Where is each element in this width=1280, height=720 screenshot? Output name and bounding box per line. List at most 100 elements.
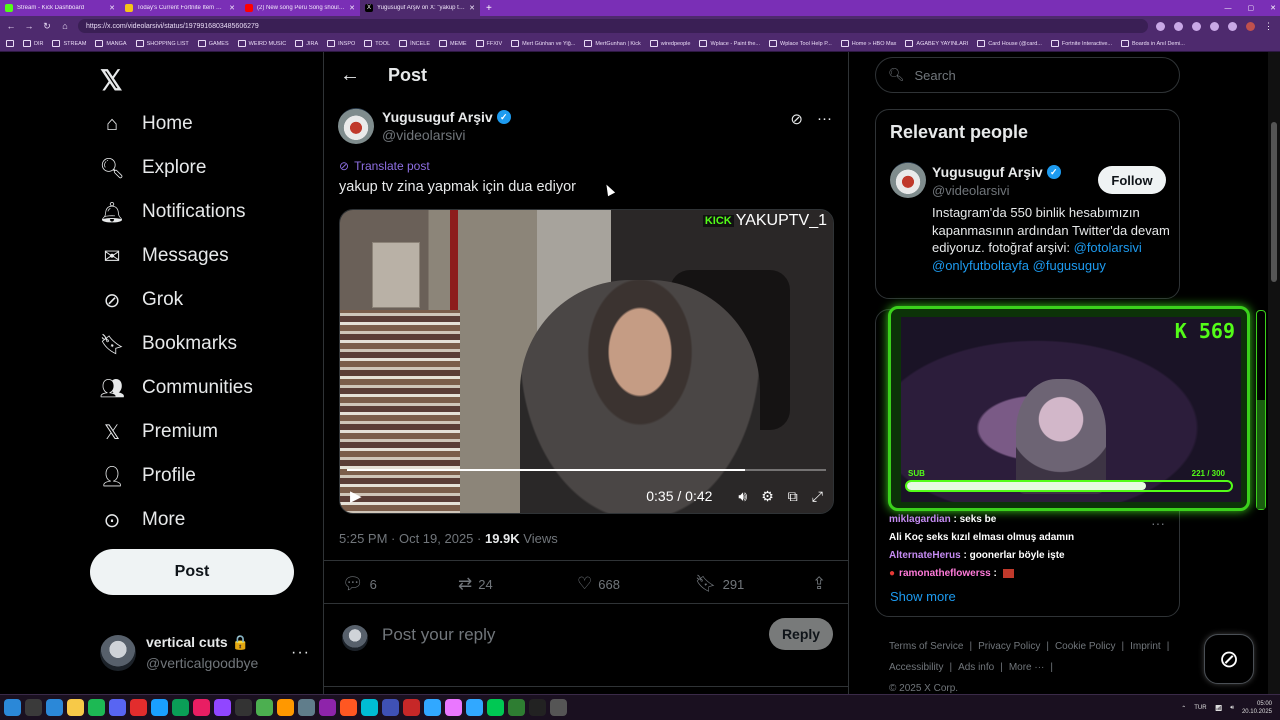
tray-chevron-icon[interactable]: ⌃	[1181, 705, 1186, 712]
bookmark-item[interactable]: SHOPPING LIST	[135, 40, 189, 47]
bio-mention[interactable]: @fugusuguy	[1033, 258, 1106, 273]
browser-tab-fortnite[interactable]: Today's Current Fortnite Item Sh... ✕	[120, 0, 240, 16]
taskbar-app-icon[interactable]	[256, 699, 273, 716]
back-arrow-icon[interactable]: ←	[340, 64, 360, 87]
close-tab-icon[interactable]: ✕	[229, 4, 235, 12]
taskbar-app-icon[interactable]	[424, 699, 441, 716]
taskbar-app-icon[interactable]	[88, 699, 105, 716]
more-dots-icon[interactable]: ···	[291, 644, 310, 662]
extension-icon[interactable]	[1174, 21, 1183, 31]
bookmark-item[interactable]: TOOL	[364, 40, 390, 47]
taskbar-app-icon[interactable]	[298, 699, 315, 716]
bookmark-item[interactable]: Wplace Tool Help P...	[769, 40, 832, 47]
home-browser-icon[interactable]: ⌂	[60, 21, 70, 31]
bookmark-item[interactable]: Wplace - Paint the...	[699, 40, 760, 47]
grok-icon[interactable]: ⊘	[790, 110, 803, 128]
maximize-icon[interactable]: ▢	[1248, 4, 1255, 12]
extension-icon[interactable]	[1228, 21, 1237, 31]
reply-action[interactable]: 💬︎ 6	[342, 574, 377, 594]
play-icon[interactable]: ▶	[350, 487, 362, 505]
taskbar-app-icon[interactable]	[361, 699, 378, 716]
bookmark-item[interactable]: MertGunhan | Kick	[584, 40, 641, 47]
more-options-icon[interactable]: ···	[817, 110, 832, 128]
search-input[interactable]: 🔍︎ Search	[875, 57, 1180, 93]
taskbar-app-icon[interactable]	[172, 699, 189, 716]
taskbar-app-icon[interactable]	[487, 699, 504, 716]
taskbar-app-icon[interactable]	[151, 699, 168, 716]
nav-item-messages[interactable]: ✉ Messages	[100, 238, 229, 274]
bookmark-item[interactable]: wiredpeople	[649, 40, 690, 47]
pip-icon[interactable]: ⧉	[788, 488, 798, 505]
bookmark-item[interactable]: Card House (@card...	[977, 40, 1042, 47]
taskbar-app-icon[interactable]	[319, 699, 336, 716]
windows-start-icon[interactable]	[4, 699, 21, 716]
footer-link[interactable]: Cookie Policy	[1055, 641, 1116, 652]
close-tab-icon[interactable]: ✕	[109, 4, 115, 12]
bookmark-item[interactable]: DIR	[23, 40, 43, 47]
author-avatar[interactable]	[338, 108, 374, 144]
taskbar-app-icon[interactable]	[235, 699, 252, 716]
footer-link[interactable]: Privacy Policy	[978, 641, 1040, 652]
taskbar-app-icon[interactable]	[214, 699, 231, 716]
translate-link[interactable]: ⊘ Translate post	[339, 159, 430, 173]
bookmark-item[interactable]: STREAM	[52, 40, 86, 47]
taskbar-app-icon[interactable]	[46, 699, 63, 716]
all-bookmarks-icon[interactable]	[6, 40, 14, 47]
post-button[interactable]: Post	[90, 549, 294, 595]
nav-item-bookmarks[interactable]: 🔖︎ Bookmarks	[99, 326, 237, 362]
nav-item-profile[interactable]: 👤︎ Profile	[99, 458, 196, 494]
new-tab-icon[interactable]: +	[480, 3, 498, 14]
settings-gear-icon[interactable]: ⚙	[761, 488, 774, 505]
taskbar-app-icon[interactable]	[550, 699, 567, 716]
profile-avatar-icon[interactable]	[1246, 21, 1255, 31]
url-field[interactable]: https://x.com/videolarsivi/status/197991…	[78, 19, 1148, 33]
reply-input[interactable]: Post your reply	[382, 625, 495, 645]
menu-icon[interactable]: ⋮	[1264, 21, 1273, 32]
reload-icon[interactable]: ↻	[42, 21, 52, 32]
footer-link[interactable]: Terms of Service	[889, 641, 963, 652]
show-more-link[interactable]: Show more	[890, 589, 956, 604]
account-switcher[interactable]: vertical cuts 🔒 @verticalgoodbye ···	[100, 634, 310, 671]
nav-item-home[interactable]: ⌂ Home	[100, 106, 193, 142]
nav-item-more[interactable]: ⊙ More	[100, 502, 186, 538]
extension-icon[interactable]	[1156, 21, 1165, 31]
taskbar-app-icon[interactable]	[67, 699, 84, 716]
video-player[interactable]: KICK YAKUPTV_1 ▶ 0:35 / 0:42 🔊︎ ⚙ ⧉ ⤢	[339, 209, 834, 514]
taskbar-app-icon[interactable]	[403, 699, 420, 716]
video-progress-bar[interactable]	[347, 469, 826, 471]
repost-action[interactable]: ⇄ 24	[458, 574, 493, 594]
footer-link[interactable]: Ads info	[958, 662, 994, 673]
bookmark-item[interactable]: Mert Günhan ve Yiğ...	[511, 40, 575, 47]
nav-item-grok[interactable]: ⊘ Grok	[100, 282, 184, 318]
bio-mention[interactable]: @onlyfutboltayfa	[932, 258, 1029, 273]
volume-icon[interactable]: 🔊︎	[738, 488, 747, 505]
nav-item-notifications[interactable]: 🔔︎ Notifications	[99, 194, 245, 230]
post-timestamp[interactable]: 5:25 PM · Oct 19, 2025 ·	[339, 531, 485, 546]
minimize-icon[interactable]: —	[1225, 5, 1232, 12]
bookmark-item[interactable]: MANGA	[95, 40, 127, 47]
bookmark-item[interactable]: FFXIV	[475, 40, 502, 47]
author-name[interactable]: Yugusuguf Arşiv ✓	[382, 109, 511, 125]
close-window-icon[interactable]: ✕	[1270, 4, 1276, 12]
footer-link[interactable]: Accessibility	[889, 662, 943, 673]
bookmark-item[interactable]: Boards in Anıl Demi...	[1121, 40, 1185, 47]
x-logo-icon[interactable]: 𝕏	[100, 64, 123, 97]
forward-icon[interactable]: →	[24, 21, 34, 31]
taskbar-app-icon[interactable]	[193, 699, 210, 716]
grok-button[interactable]: ⊘	[1204, 634, 1254, 684]
bookmark-item[interactable]: INSPO	[327, 40, 355, 47]
browser-tab-kick[interactable]: Stream - Kick Dashboard ✕	[0, 0, 120, 16]
bookmark-item[interactable]: GAMES	[197, 40, 229, 47]
browser-tab-x[interactable]: X Yugusuguf Arşiv on X: "yakup tv ... ✕	[360, 0, 480, 16]
taskbar-app-icon[interactable]	[340, 699, 357, 716]
taskbar-app-icon[interactable]	[466, 699, 483, 716]
reply-button[interactable]: Reply	[769, 618, 833, 650]
browser-tab-youtube[interactable]: (2) New song Peru Song should l... ✕	[240, 0, 360, 16]
footer-link[interactable]: Imprint	[1130, 641, 1161, 652]
extension-icon[interactable]	[1210, 21, 1219, 31]
nav-item-premium[interactable]: 𝕏 Premium	[100, 414, 218, 450]
bookmark-action[interactable]: 🔖︎ 291	[695, 574, 744, 594]
taskbar-app-icon[interactable]	[382, 699, 399, 716]
volume-tray-icon[interactable]: 🔊︎	[1230, 705, 1234, 712]
bookmark-item[interactable]: Fortnite Interactive...	[1050, 40, 1112, 47]
